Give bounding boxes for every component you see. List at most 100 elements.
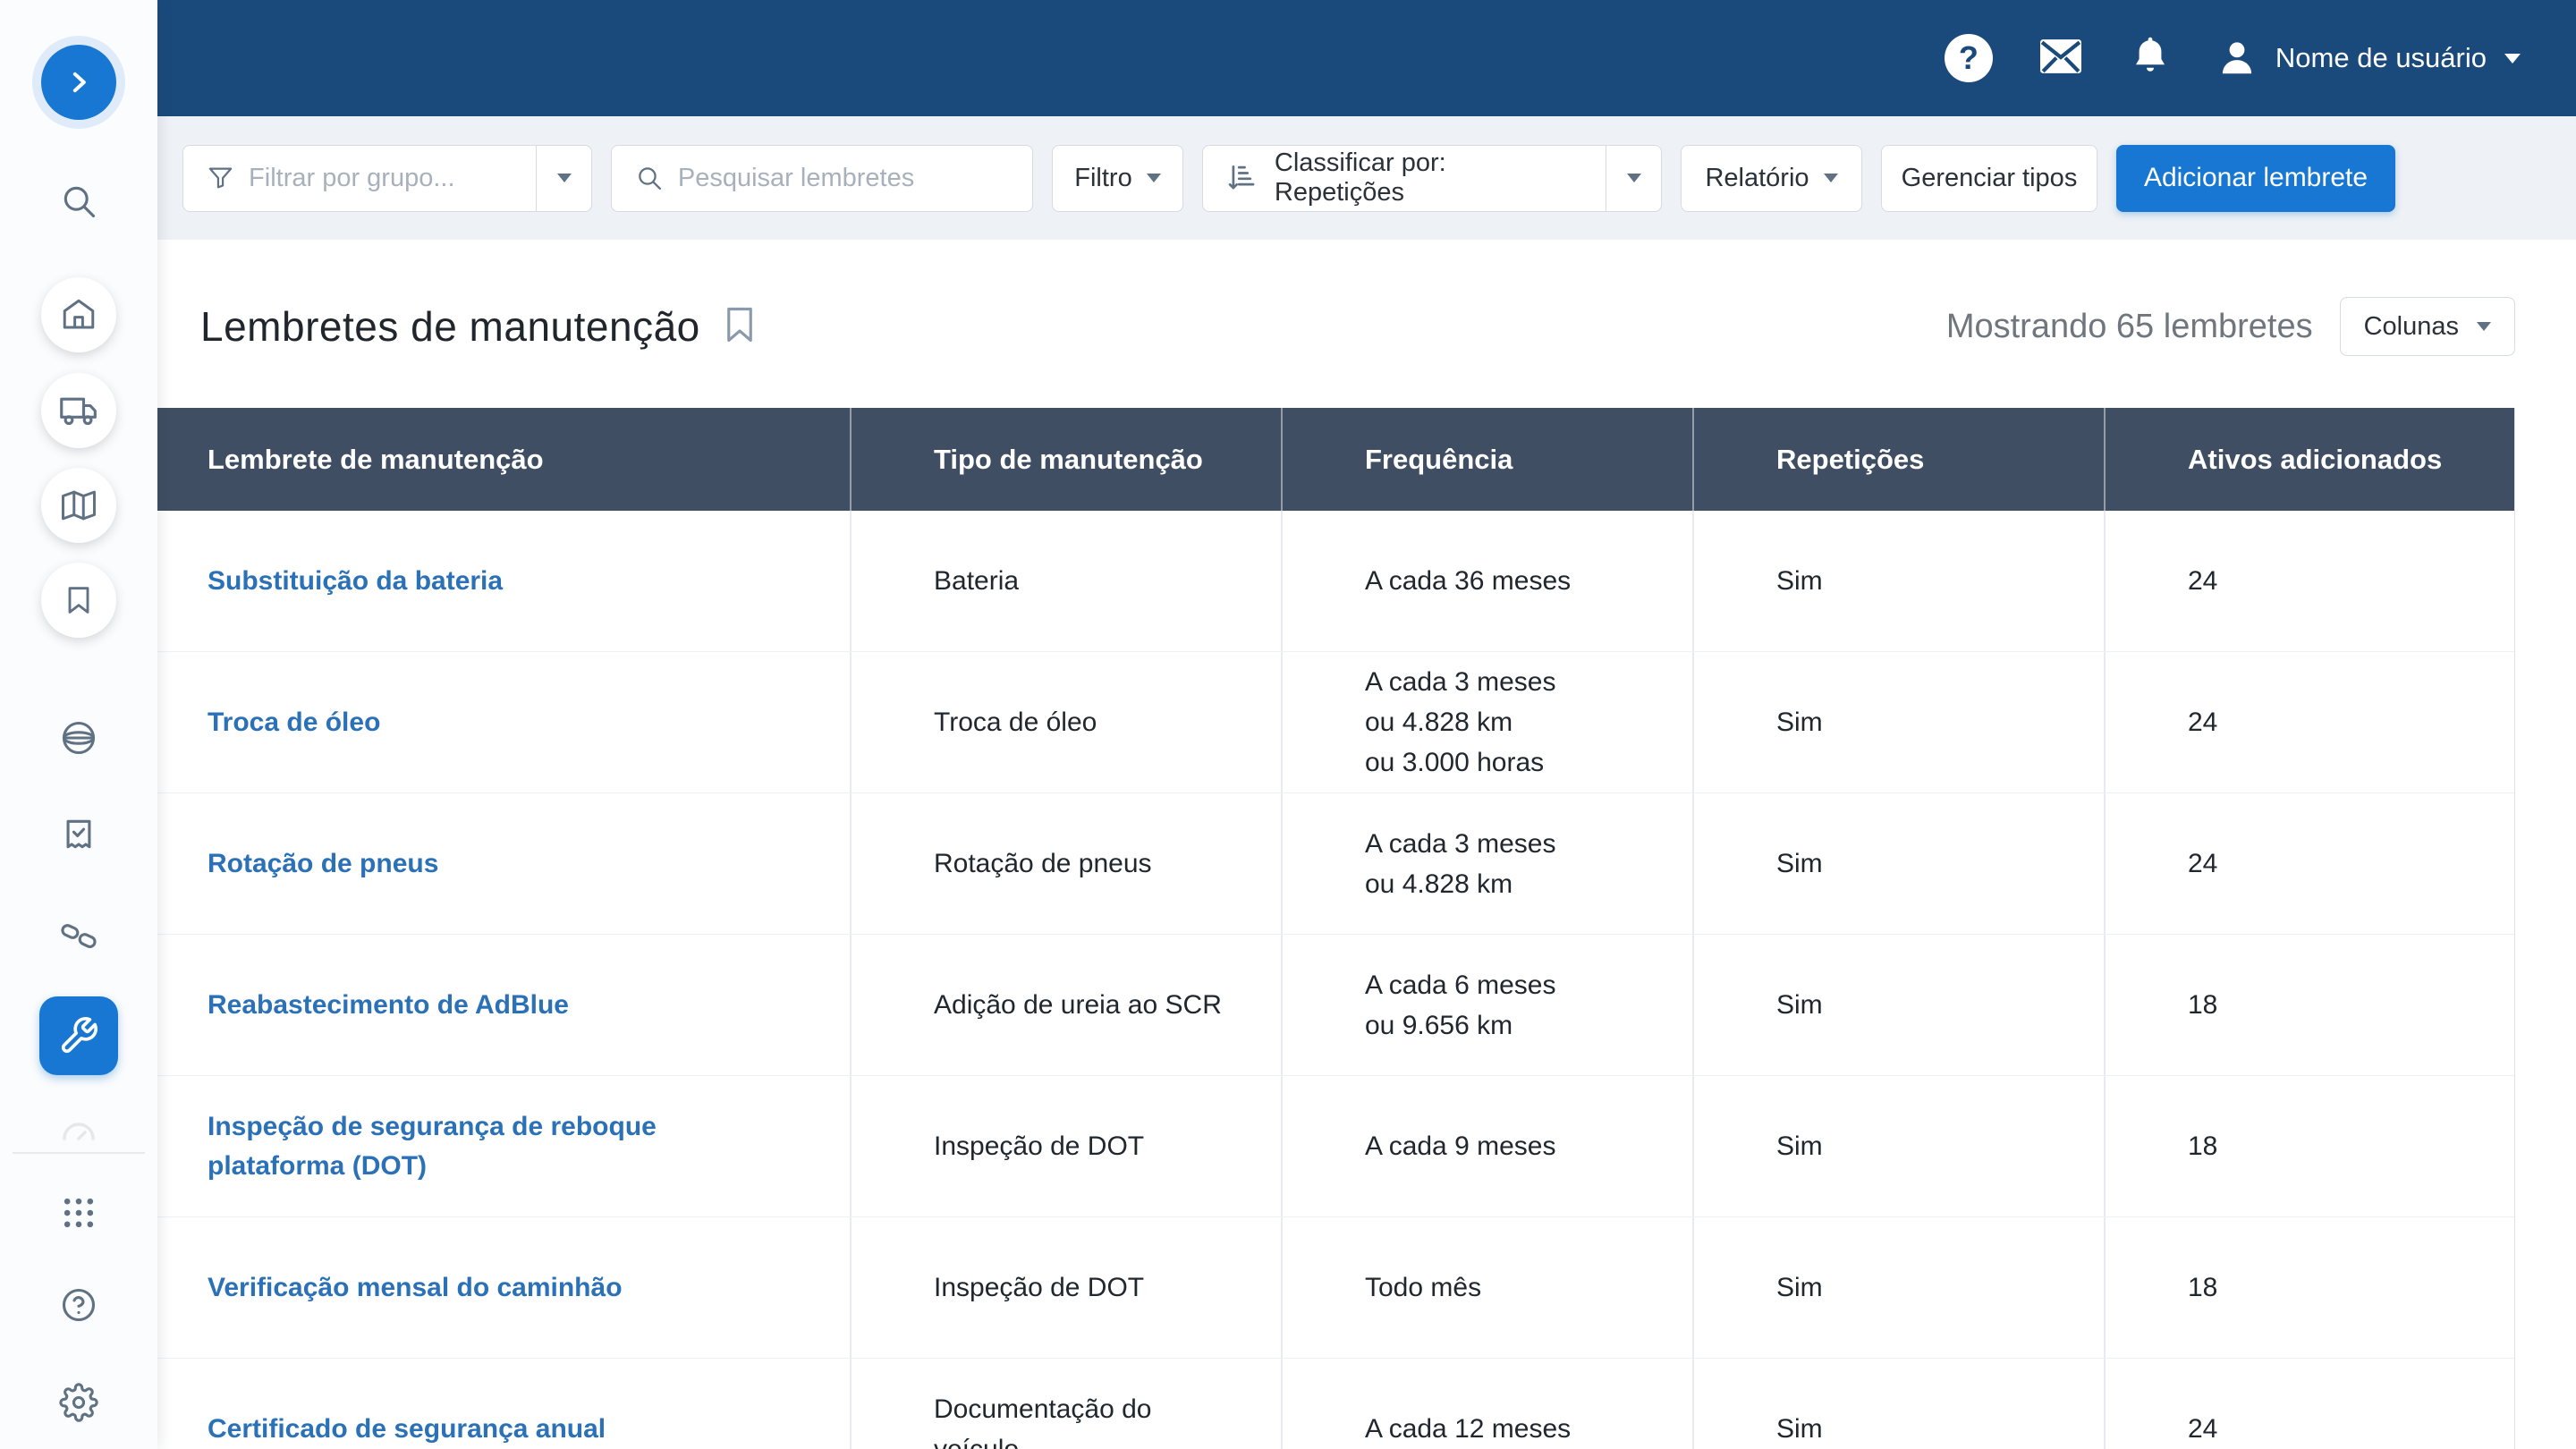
assets-cell: 18 bbox=[2188, 990, 2217, 1021]
bookmark-icon bbox=[61, 582, 97, 618]
sidebar-item-maintenance-reminders[interactable] bbox=[39, 996, 118, 1075]
caret-down-icon bbox=[2504, 54, 2521, 64]
type-cell: Rotação de pneus bbox=[934, 843, 1152, 884]
inspection-icon bbox=[59, 815, 98, 854]
link-icon bbox=[59, 916, 98, 957]
report-button-label: Relatório bbox=[1705, 164, 1809, 193]
top-navbar: ? Nome de usuário bbox=[157, 0, 2576, 116]
sidebar-settings-button[interactable] bbox=[59, 1383, 98, 1422]
search-icon bbox=[59, 181, 98, 222]
sidebar-help-button[interactable] bbox=[59, 1285, 98, 1325]
sidebar-search-button[interactable] bbox=[59, 182, 98, 221]
sidebar-item-inspections[interactable] bbox=[59, 815, 98, 854]
add-reminder-button[interactable]: Adicionar lembrete bbox=[2116, 145, 2395, 212]
table-row[interactable]: Certificado de segurança anual Documenta… bbox=[157, 1359, 2514, 1449]
assets-cell: 24 bbox=[2188, 566, 2217, 597]
add-reminder-label: Adicionar lembrete bbox=[2144, 163, 2368, 193]
table-row[interactable]: Verificação mensal do caminhão Inspeção … bbox=[157, 1217, 2514, 1359]
username-label: Nome de usuário bbox=[2275, 42, 2487, 74]
sidebar-apps-button[interactable] bbox=[59, 1193, 98, 1233]
search-input[interactable] bbox=[678, 164, 1009, 193]
mail-icon bbox=[2038, 36, 2084, 77]
sidebar-item-vehicles[interactable] bbox=[41, 373, 116, 448]
messages-button[interactable] bbox=[2038, 36, 2084, 81]
wrench-icon bbox=[58, 1015, 99, 1056]
manage-types-label: Gerenciar tipos bbox=[1902, 164, 2078, 193]
repeats-cell: Sim bbox=[1776, 990, 1823, 1021]
frequency-cell: A cada 12 meses bbox=[1365, 1409, 1571, 1449]
filter-button[interactable]: Filtro bbox=[1052, 145, 1183, 212]
reminder-link[interactable]: Verificação mensal do caminhão bbox=[208, 1268, 623, 1308]
table-row[interactable]: Substituição da bateria Bateria A cada 3… bbox=[157, 511, 2514, 652]
group-filter-caret-button[interactable] bbox=[536, 146, 591, 211]
notifications-button[interactable] bbox=[2129, 35, 2172, 82]
group-filter-input[interactable] bbox=[249, 164, 513, 193]
column-header-type[interactable]: Tipo de manutenção bbox=[850, 408, 1281, 511]
truck-icon bbox=[59, 391, 98, 430]
filter-button-label: Filtro bbox=[1074, 164, 1131, 193]
column-header-repeats[interactable]: Repetições bbox=[1692, 408, 2104, 511]
repeats-cell: Sim bbox=[1776, 708, 1823, 738]
help-icon bbox=[59, 1284, 98, 1326]
search-box bbox=[611, 145, 1033, 212]
repeats-cell: Sim bbox=[1776, 849, 1823, 879]
user-menu[interactable]: Nome de usuário bbox=[2216, 38, 2521, 79]
toolbar: Filtro Classificar por: Repetições Relat… bbox=[157, 116, 2576, 240]
group-filter bbox=[182, 145, 592, 212]
sidebar-item-dashboard[interactable] bbox=[57, 1109, 100, 1152]
caret-down-icon bbox=[2477, 322, 2491, 331]
type-cell: Adição de ureia ao SCR bbox=[934, 985, 1222, 1025]
sidebar-item-map[interactable] bbox=[41, 468, 116, 543]
reminder-link[interactable]: Reabastecimento de AdBlue bbox=[208, 986, 569, 1025]
columns-button[interactable]: Colunas bbox=[2340, 297, 2515, 356]
table-row[interactable]: Inspeção de segurança de reboque platafo… bbox=[157, 1076, 2514, 1217]
frequency-cell: A cada 6 meses ou 9.656 km bbox=[1365, 965, 1555, 1046]
caret-down-icon bbox=[557, 174, 572, 182]
type-cell: Troca de óleo bbox=[934, 702, 1097, 742]
sort-caret-button[interactable] bbox=[1606, 146, 1661, 211]
manage-types-button[interactable]: Gerenciar tipos bbox=[1881, 145, 2097, 212]
column-header-reminder[interactable]: Lembrete de manutenção bbox=[157, 408, 850, 511]
sidebar-divider bbox=[13, 1152, 145, 1154]
reminder-link[interactable]: Substituição da bateria bbox=[208, 562, 503, 601]
home-icon bbox=[60, 296, 97, 334]
funnel-icon bbox=[207, 162, 234, 194]
content-area: Lembretes de manutenção Mostrando 65 lem… bbox=[157, 240, 2576, 1449]
assets-cell: 18 bbox=[2188, 1273, 2217, 1303]
table-row[interactable]: Troca de óleo Troca de óleo A cada 3 mes… bbox=[157, 652, 2514, 793]
reminder-link[interactable]: Inspeção de segurança de reboque platafo… bbox=[208, 1107, 657, 1186]
sidebar-expand-button[interactable] bbox=[41, 45, 116, 120]
type-cell: Bateria bbox=[934, 561, 1019, 601]
apps-grid-icon bbox=[59, 1193, 98, 1233]
report-button[interactable]: Relatório bbox=[1681, 145, 1862, 212]
frequency-cell: A cada 9 meses bbox=[1365, 1126, 1555, 1166]
column-header-frequency[interactable]: Frequência bbox=[1281, 408, 1692, 511]
frequency-cell: A cada 3 meses ou 4.828 km bbox=[1365, 824, 1555, 904]
reminder-link[interactable]: Certificado de segurança anual bbox=[208, 1410, 606, 1449]
bookmark-icon bbox=[724, 306, 756, 343]
sidebar-item-parts[interactable] bbox=[59, 917, 98, 956]
reminder-link[interactable]: Rotação de pneus bbox=[208, 844, 438, 884]
sidebar-item-saved[interactable] bbox=[41, 563, 116, 638]
sort-amount-icon bbox=[1226, 161, 1260, 195]
reminder-link[interactable]: Troca de óleo bbox=[208, 703, 380, 742]
reminders-table: Lembrete de manutenção Tipo de manutençã… bbox=[157, 408, 2515, 1449]
sidebar-item-places[interactable] bbox=[59, 718, 98, 758]
repeats-cell: Sim bbox=[1776, 1273, 1823, 1303]
table-row[interactable]: Rotação de pneus Rotação de pneus A cada… bbox=[157, 793, 2514, 935]
expand-chevron-icon bbox=[61, 64, 97, 100]
frequency-cell: A cada 3 meses ou 4.828 km ou 3.000 hora… bbox=[1365, 662, 1555, 783]
table-row[interactable]: Reabastecimento de AdBlue Adição de urei… bbox=[157, 935, 2514, 1076]
search-icon bbox=[635, 162, 664, 194]
sidebar-item-home[interactable] bbox=[41, 277, 116, 352]
sort-control: Classificar por: Repetições bbox=[1202, 145, 1662, 212]
help-button[interactable]: ? bbox=[1945, 34, 1993, 82]
user-icon bbox=[2216, 38, 2258, 79]
column-header-assets[interactable]: Ativos adicionados bbox=[2104, 408, 2515, 511]
repeats-cell: Sim bbox=[1776, 566, 1823, 597]
bookmark-page-button[interactable] bbox=[724, 306, 756, 348]
gauge-icon bbox=[57, 1107, 100, 1154]
frequency-cell: Todo mês bbox=[1365, 1267, 1481, 1308]
frequency-cell: A cada 36 meses bbox=[1365, 561, 1571, 601]
page-title: Lembretes de manutenção bbox=[200, 302, 700, 351]
